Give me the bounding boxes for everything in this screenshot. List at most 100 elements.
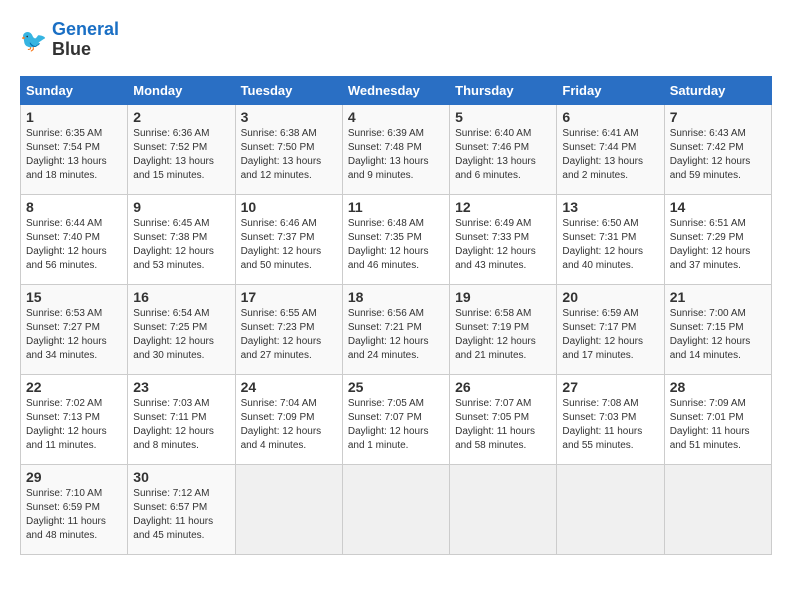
day-info: Sunrise: 6:44 AM Sunset: 7:40 PM Dayligh… [26, 217, 122, 273]
day-info: Sunrise: 6:46 AM Sunset: 7:37 PM Dayligh… [241, 217, 337, 273]
calendar-cell: 2 Sunrise: 6:36 AM Sunset: 7:52 PM Daylig… [128, 104, 235, 194]
day-number: 24 [241, 379, 337, 395]
day-number: 25 [348, 379, 444, 395]
header-cell-thursday: Thursday [450, 76, 557, 104]
calendar-cell: 22 Sunrise: 7:02 AM Sunset: 7:13 PM Dayli… [21, 374, 128, 464]
day-info: Sunrise: 7:12 AM Sunset: 6:57 PM Dayligh… [133, 487, 229, 543]
calendar-cell: 10 Sunrise: 6:46 AM Sunset: 7:37 PM Dayli… [235, 194, 342, 284]
calendar-cell: 4Sunrise: 6:39 AM Sunset: 7:48 PM Daylig… [342, 104, 449, 194]
day-number: 15 [26, 289, 122, 305]
day-number: 14 [670, 199, 766, 215]
day-info: Sunrise: 6:40 AM Sunset: 7:46 PM Dayligh… [455, 127, 551, 183]
day-number: 9 [133, 199, 229, 215]
day-info: Sunrise: 6:55 AM Sunset: 7:23 PM Dayligh… [241, 307, 337, 363]
calendar-cell: 26 Sunrise: 7:07 AM Sunset: 7:05 PM Dayli… [450, 374, 557, 464]
logo: 🐦 GeneralBlue [20, 20, 119, 60]
day-number: 10 [241, 199, 337, 215]
day-info: Sunrise: 6:36 AM Sunset: 7:52 PM Dayligh… [133, 127, 229, 183]
header-cell-monday: Monday [128, 76, 235, 104]
calendar-table: SundayMondayTuesdayWednesdayThursdayFrid… [20, 76, 772, 555]
header-cell-friday: Friday [557, 76, 664, 104]
day-info: Sunrise: 7:10 AM Sunset: 6:59 PM Dayligh… [26, 487, 122, 543]
day-info: Sunrise: 7:02 AM Sunset: 7:13 PM Dayligh… [26, 397, 122, 453]
calendar-cell: 8 Sunrise: 6:44 AM Sunset: 7:40 PM Daylig… [21, 194, 128, 284]
day-info: Sunrise: 6:49 AM Sunset: 7:33 PM Dayligh… [455, 217, 551, 273]
day-info: Sunrise: 7:04 AM Sunset: 7:09 PM Dayligh… [241, 397, 337, 453]
calendar-cell: 28 Sunrise: 7:09 AM Sunset: 7:01 PM Dayli… [664, 374, 771, 464]
day-info: Sunrise: 6:51 AM Sunset: 7:29 PM Dayligh… [670, 217, 766, 273]
day-number: 8 [26, 199, 122, 215]
calendar-cell: 11Sunrise: 6:48 AM Sunset: 7:35 PM Dayli… [342, 194, 449, 284]
calendar-cell: 20 Sunrise: 6:59 AM Sunset: 7:17 PM Dayli… [557, 284, 664, 374]
calendar-cell: 27Sunrise: 7:08 AM Sunset: 7:03 PM Dayli… [557, 374, 664, 464]
day-info: Sunrise: 6:43 AM Sunset: 7:42 PM Dayligh… [670, 127, 766, 183]
day-info: Sunrise: 7:00 AM Sunset: 7:15 PM Dayligh… [670, 307, 766, 363]
day-number: 30 [133, 469, 229, 485]
day-number: 28 [670, 379, 766, 395]
day-number: 19 [455, 289, 551, 305]
day-number: 5 [455, 109, 551, 125]
day-number: 7 [670, 109, 766, 125]
day-number: 1 [26, 109, 122, 125]
calendar-week-0: 1Sunrise: 6:35 AM Sunset: 7:54 PM Daylig… [21, 104, 772, 194]
day-info: Sunrise: 7:09 AM Sunset: 7:01 PM Dayligh… [670, 397, 766, 453]
calendar-cell: 12 Sunrise: 6:49 AM Sunset: 7:33 PM Dayli… [450, 194, 557, 284]
day-info: Sunrise: 6:56 AM Sunset: 7:21 PM Dayligh… [348, 307, 444, 363]
header-cell-sunday: Sunday [21, 76, 128, 104]
calendar-header: SundayMondayTuesdayWednesdayThursdayFrid… [21, 76, 772, 104]
day-number: 22 [26, 379, 122, 395]
calendar-cell [450, 464, 557, 554]
calendar-cell: 17 Sunrise: 6:55 AM Sunset: 7:23 PM Dayli… [235, 284, 342, 374]
page-header: 🐦 GeneralBlue [20, 20, 772, 60]
header-cell-saturday: Saturday [664, 76, 771, 104]
header-cell-wednesday: Wednesday [342, 76, 449, 104]
calendar-cell: 9 Sunrise: 6:45 AM Sunset: 7:38 PM Daylig… [128, 194, 235, 284]
day-number: 4 [348, 109, 444, 125]
calendar-cell: 21Sunrise: 7:00 AM Sunset: 7:15 PM Dayli… [664, 284, 771, 374]
calendar-cell: 15 Sunrise: 6:53 AM Sunset: 7:27 PM Dayli… [21, 284, 128, 374]
day-number: 20 [562, 289, 658, 305]
day-number: 13 [562, 199, 658, 215]
logo-icon: 🐦 [20, 26, 48, 54]
day-number: 29 [26, 469, 122, 485]
day-info: Sunrise: 7:03 AM Sunset: 7:11 PM Dayligh… [133, 397, 229, 453]
calendar-cell: 24 Sunrise: 7:04 AM Sunset: 7:09 PM Dayli… [235, 374, 342, 464]
header-row: SundayMondayTuesdayWednesdayThursdayFrid… [21, 76, 772, 104]
day-number: 6 [562, 109, 658, 125]
day-info: Sunrise: 6:54 AM Sunset: 7:25 PM Dayligh… [133, 307, 229, 363]
day-number: 16 [133, 289, 229, 305]
day-number: 11 [348, 199, 444, 215]
day-number: 2 [133, 109, 229, 125]
calendar-cell: 1Sunrise: 6:35 AM Sunset: 7:54 PM Daylig… [21, 104, 128, 194]
calendar-week-4: 29 Sunrise: 7:10 AM Sunset: 6:59 PM Dayli… [21, 464, 772, 554]
day-info: Sunrise: 7:08 AM Sunset: 7:03 PM Dayligh… [562, 397, 658, 453]
calendar-cell [557, 464, 664, 554]
calendar-cell: 29 Sunrise: 7:10 AM Sunset: 6:59 PM Dayli… [21, 464, 128, 554]
day-info: Sunrise: 6:38 AM Sunset: 7:50 PM Dayligh… [241, 127, 337, 183]
day-info: Sunrise: 7:07 AM Sunset: 7:05 PM Dayligh… [455, 397, 551, 453]
calendar-cell: 30 Sunrise: 7:12 AM Sunset: 6:57 PM Dayli… [128, 464, 235, 554]
day-info: Sunrise: 6:45 AM Sunset: 7:38 PM Dayligh… [133, 217, 229, 273]
calendar-cell [664, 464, 771, 554]
day-number: 17 [241, 289, 337, 305]
calendar-cell: 13 Sunrise: 6:50 AM Sunset: 7:31 PM Dayli… [557, 194, 664, 284]
calendar-week-2: 15 Sunrise: 6:53 AM Sunset: 7:27 PM Dayli… [21, 284, 772, 374]
calendar-cell: 18Sunrise: 6:56 AM Sunset: 7:21 PM Dayli… [342, 284, 449, 374]
calendar-body: 1Sunrise: 6:35 AM Sunset: 7:54 PM Daylig… [21, 104, 772, 554]
calendar-week-3: 22 Sunrise: 7:02 AM Sunset: 7:13 PM Dayli… [21, 374, 772, 464]
day-number: 26 [455, 379, 551, 395]
calendar-cell: 16 Sunrise: 6:54 AM Sunset: 7:25 PM Dayli… [128, 284, 235, 374]
day-info: Sunrise: 6:53 AM Sunset: 7:27 PM Dayligh… [26, 307, 122, 363]
calendar-cell [342, 464, 449, 554]
day-info: Sunrise: 7:05 AM Sunset: 7:07 PM Dayligh… [348, 397, 444, 453]
day-number: 12 [455, 199, 551, 215]
day-info: Sunrise: 6:59 AM Sunset: 7:17 PM Dayligh… [562, 307, 658, 363]
calendar-week-1: 8 Sunrise: 6:44 AM Sunset: 7:40 PM Daylig… [21, 194, 772, 284]
svg-text:🐦: 🐦 [20, 28, 47, 53]
logo-text: GeneralBlue [52, 20, 119, 60]
calendar-cell: 25 Sunrise: 7:05 AM Sunset: 7:07 PM Dayli… [342, 374, 449, 464]
day-info: Sunrise: 6:50 AM Sunset: 7:31 PM Dayligh… [562, 217, 658, 273]
calendar-cell: 5 Sunrise: 6:40 AM Sunset: 7:46 PM Daylig… [450, 104, 557, 194]
calendar-cell: 23Sunrise: 7:03 AM Sunset: 7:11 PM Dayli… [128, 374, 235, 464]
calendar-cell [235, 464, 342, 554]
